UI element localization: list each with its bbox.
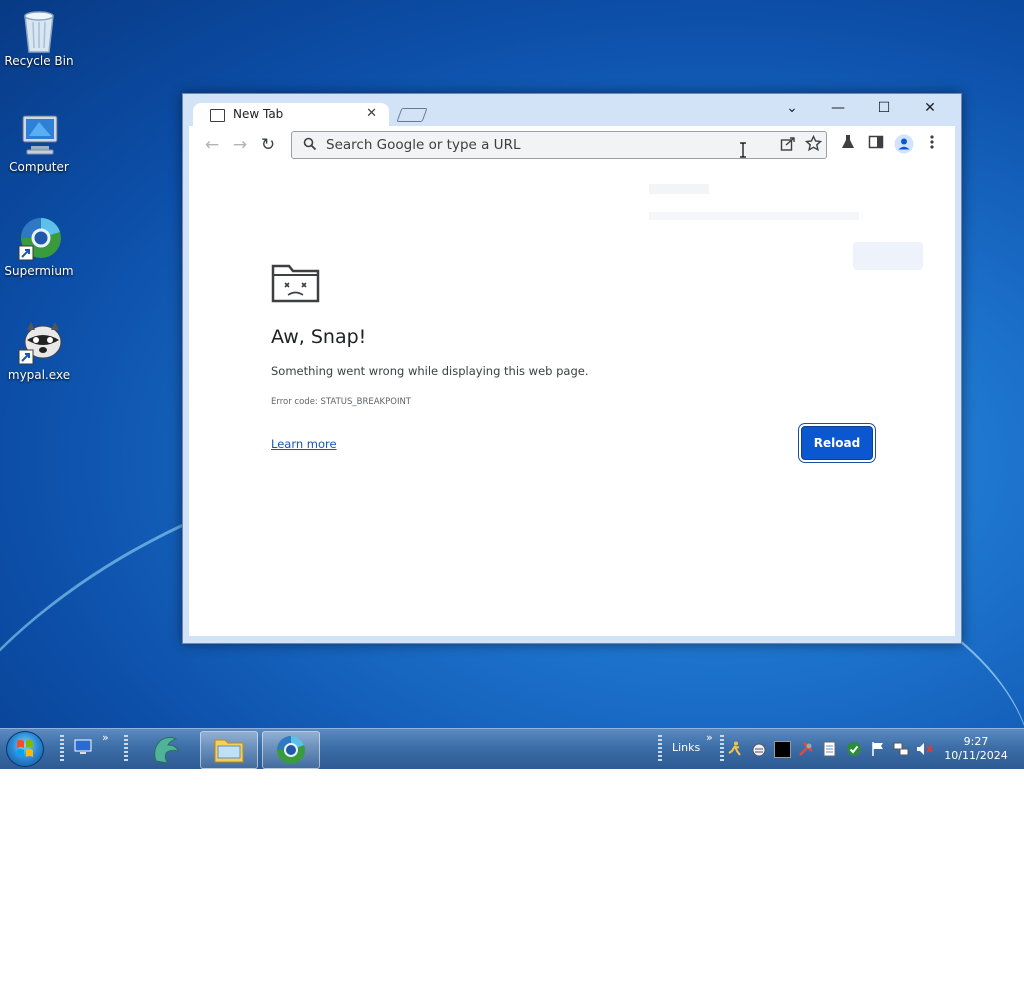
links-toolbar-label[interactable]: Links <box>672 741 700 754</box>
sad-tab-favicon-icon <box>210 109 225 122</box>
supermium-icon <box>17 216 61 261</box>
show-desktop-icon[interactable] <box>74 739 92 759</box>
tab-title: New Tab <box>233 107 284 121</box>
tray-flag-icon[interactable] <box>870 741 886 761</box>
windows-logo-icon <box>17 740 33 757</box>
error-title: Aw, Snap! <box>271 326 367 348</box>
forward-button[interactable]: → <box>229 134 251 156</box>
browser-toolbar: ← → ↻ <box>189 126 955 164</box>
reload-page-button[interactable]: Reload <box>801 426 873 460</box>
tab-new-tab[interactable]: New Tab ✕ <box>193 103 389 127</box>
bookmark-star-icon[interactable] <box>804 134 823 156</box>
reload-button[interactable]: ↻ <box>257 134 279 156</box>
omnibox-input[interactable] <box>324 135 768 155</box>
desktop-icon-mypal[interactable]: mypal.exe <box>0 320 78 382</box>
minimize-button[interactable]: — <box>815 96 861 120</box>
share-icon[interactable] <box>780 136 796 156</box>
clock-date: 10/11/2024 <box>944 749 1008 762</box>
taskbar-app-dragon[interactable] <box>138 731 194 767</box>
tray-black-square-icon[interactable] <box>774 741 791 758</box>
toolbar-grip[interactable] <box>658 735 662 763</box>
close-window-button[interactable]: ✕ <box>907 96 953 120</box>
taskbar: » Links » 9:27 10/11/2024 <box>0 728 1024 769</box>
side-panel-icon[interactable] <box>865 134 887 156</box>
tab-search-button[interactable]: ⌄ <box>769 96 815 120</box>
dragon-app-icon <box>154 736 179 764</box>
desktop-icon-supermium[interactable]: Supermium <box>0 216 78 278</box>
tray-runner-icon[interactable] <box>728 741 742 761</box>
tray-tools-icon[interactable] <box>798 741 814 761</box>
labs-flask-icon[interactable] <box>837 134 859 156</box>
sad-folder-icon <box>271 262 321 308</box>
links-chevron[interactable]: » <box>706 731 713 744</box>
search-icon <box>303 136 317 155</box>
faint-overlay-dialog <box>641 178 931 270</box>
tray-security-icon[interactable] <box>846 741 862 761</box>
start-button[interactable] <box>6 731 44 767</box>
tab-close-icon[interactable]: ✕ <box>366 106 377 121</box>
desktop-icon-label: Supermium <box>4 264 74 278</box>
error-code: Error code: STATUS_BREAKPOINT <box>271 397 411 407</box>
error-message: Something went wrong while displaying th… <box>271 364 589 378</box>
toolbar-grip[interactable] <box>124 735 128 763</box>
taskbar-app-supermium[interactable] <box>262 731 320 769</box>
computer-icon <box>17 112 61 156</box>
tray-circle-icon[interactable] <box>752 742 766 761</box>
desktop-icon-recycle-bin[interactable]: Recycle Bin <box>0 6 78 68</box>
menu-kebab-icon[interactable] <box>921 134 943 156</box>
tray-document-icon[interactable] <box>823 741 836 761</box>
mypal-icon <box>17 320 62 365</box>
quicklaunch-chevron[interactable]: » <box>102 731 109 744</box>
maximize-button[interactable]: ☐ <box>861 96 907 120</box>
desktop-icon-label: Computer <box>9 160 69 174</box>
desktop-icon-label: Recycle Bin <box>4 54 74 68</box>
text-cursor-icon <box>739 142 747 162</box>
system-clock[interactable]: 9:27 10/11/2024 <box>940 735 1012 763</box>
tray-network-icon[interactable] <box>893 741 909 761</box>
supermium-taskbar-icon <box>277 736 305 764</box>
learn-more-link[interactable]: Learn more <box>271 437 337 451</box>
taskbar-app-explorer[interactable] <box>200 731 258 769</box>
tray-volume-muted-icon[interactable] <box>916 741 934 761</box>
toolbar-grip[interactable] <box>720 735 724 763</box>
tab-strip: New Tab ✕ ⌄ — ☐ ✕ <box>183 94 961 127</box>
recycle-bin-icon <box>17 6 61 53</box>
toolbar-grip[interactable] <box>60 735 64 763</box>
folder-icon <box>214 739 244 763</box>
page-content: Aw, Snap! Something went wrong while dis… <box>189 164 955 636</box>
desktop-icon-label: mypal.exe <box>7 368 71 382</box>
back-button[interactable]: ← <box>201 134 223 156</box>
desktop-icon-computer[interactable]: Computer <box>0 112 78 174</box>
clock-time: 9:27 <box>963 735 989 748</box>
new-tab-button[interactable] <box>396 108 428 122</box>
browser-window[interactable]: New Tab ✕ ⌄ — ☐ ✕ ← → ↻ Search Google or… <box>182 93 962 644</box>
profile-avatar-icon[interactable] <box>893 134 915 156</box>
